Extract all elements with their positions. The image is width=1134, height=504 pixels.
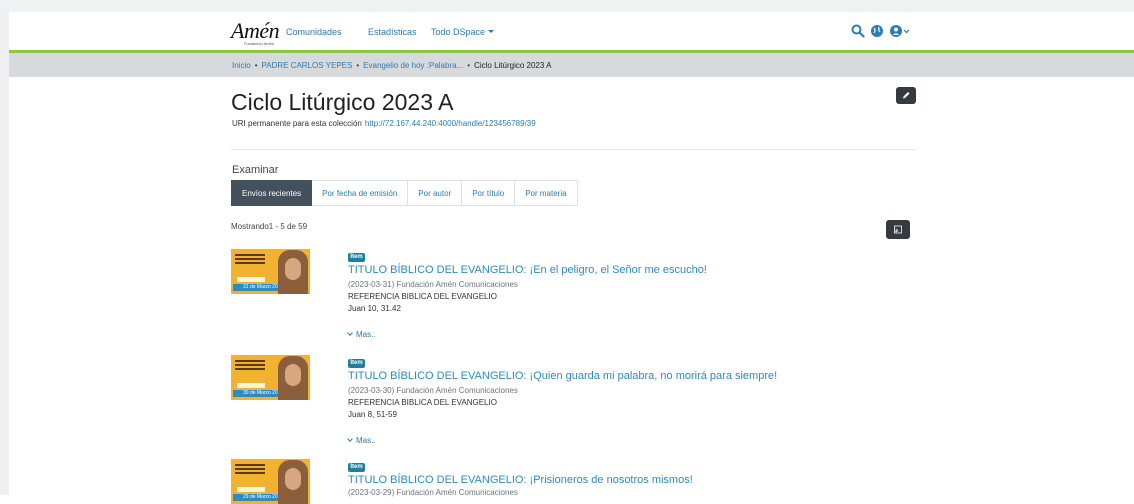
item-meta: (2023-03-29) Fundación Amén Comunicacion… xyxy=(348,488,518,497)
chevron-down-icon xyxy=(347,330,353,336)
thumbnail-date-text: 30 de Marzo 2023 xyxy=(243,390,284,396)
breadcrumb-bar xyxy=(9,53,1134,77)
item-reference: Juan 8, 51-59 xyxy=(348,410,397,419)
breadcrumb-current: Ciclo Litúrgico 2023 A xyxy=(474,61,552,70)
thumbnail-portrait xyxy=(278,250,308,294)
item-title-link[interactable]: TITULO BÍBLICO DEL EVANGELIO: ¡Prisioner… xyxy=(348,474,693,486)
thumbnail-banner xyxy=(237,487,265,492)
globe-icon[interactable] xyxy=(870,24,884,38)
thumbnail-text-lines xyxy=(235,464,269,476)
breadcrumb-separator: • xyxy=(254,61,258,70)
tab-recent-submissions[interactable]: Envíos recientes xyxy=(231,180,313,206)
nav-all-dspace[interactable]: Todo DSpace xyxy=(431,27,495,37)
browse-tabs: Envíos recientes Por fecha de emisión Po… xyxy=(231,180,578,206)
tab-by-subject[interactable]: Por materia xyxy=(515,180,578,206)
chevron-down-icon xyxy=(488,30,495,33)
thumbnail-text-lines xyxy=(235,254,269,266)
item-reference-label: REFERENCIA BIBLICA DEL EVANGELIO xyxy=(348,292,497,301)
thumbnail-date-text: 31 de Marzo 2023 xyxy=(243,284,284,290)
permanent-uri: URI permanente para esta colección http:/… xyxy=(232,119,536,128)
item-meta: (2023-03-31) Fundación Amén Comunicacion… xyxy=(348,280,518,289)
rss-button[interactable] xyxy=(886,220,910,239)
thumbnail-date-text: 29 de Marzo 2023 xyxy=(243,494,284,500)
thumbnail-date: 29 de Marzo 2023 xyxy=(233,494,283,501)
thumbnail-banner xyxy=(237,277,265,282)
show-more-label: Mas.. xyxy=(356,436,376,445)
user-menu-icon[interactable] xyxy=(889,24,911,38)
show-more-link[interactable]: Mas.. xyxy=(347,436,376,445)
nav-statistics[interactable]: Estadísticas xyxy=(368,27,417,37)
left-frame xyxy=(0,12,9,495)
breadcrumb-home[interactable]: Inicio xyxy=(232,61,251,70)
breadcrumb-separator: • xyxy=(467,61,471,70)
item-title-link[interactable]: TITULO BÍBLICO DEL EVANGELIO: ¡Quien gua… xyxy=(348,370,777,382)
chevron-down-icon xyxy=(347,436,353,442)
show-more-link[interactable]: Mas.. xyxy=(347,330,376,339)
item-thumbnail[interactable]: 31 de Marzo 2023 xyxy=(231,249,310,294)
thumbnail-date: 30 de Marzo 2023 xyxy=(233,390,283,397)
item-title-link[interactable]: TITULO BÍBLICO DEL EVANGELIO: ¡En el pel… xyxy=(348,264,707,276)
thumbnail-banner xyxy=(237,383,265,388)
results-count: Mostrando1 - 5 de 59 xyxy=(231,222,308,231)
logo-subtext: Fundación Amén xyxy=(244,41,275,46)
divider xyxy=(231,149,916,150)
thumbnail-portrait xyxy=(278,356,308,400)
thumbnail-date: 31 de Marzo 2023 xyxy=(233,284,283,291)
thumbnail-text-lines xyxy=(235,360,269,372)
item-type-badge: Ítem xyxy=(348,359,365,368)
uri-link[interactable]: http://72.167.44.240:4000/handle/1234567… xyxy=(365,119,536,128)
edit-button[interactable] xyxy=(896,87,916,104)
page-title: Ciclo Litúrgico 2023 A xyxy=(231,89,454,115)
item-type-badge: Ítem xyxy=(348,463,365,472)
pencil-icon xyxy=(903,92,910,99)
site-logo[interactable]: Amén Fundación Amén xyxy=(231,18,280,47)
search-icon[interactable] xyxy=(851,24,865,38)
item-type-badge: Ítem xyxy=(348,253,365,262)
item-reference: Juan 10, 31.42 xyxy=(348,304,401,313)
breadcrumb-separator: • xyxy=(356,61,360,70)
thumbnail-portrait xyxy=(278,460,308,504)
rss-icon xyxy=(894,225,902,234)
item-meta: (2023-03-30) Fundación Amén Comunicacion… xyxy=(348,386,518,395)
breadcrumb: Inicio • PADRE CARLOS YEPES • Evangelio de h… xyxy=(232,61,551,70)
tab-by-author[interactable]: Por autor xyxy=(408,180,463,206)
breadcrumb-community[interactable]: PADRE CARLOS YEPES xyxy=(262,61,353,70)
item-thumbnail[interactable]: 29 de Marzo 2023 xyxy=(231,459,310,504)
item-reference-label: REFERENCIA BIBLICA DEL EVANGELIO xyxy=(348,398,497,407)
browse-heading: Examinar xyxy=(232,164,279,176)
breadcrumb-subcommunity[interactable]: Evangelio de hoy :Palabra... xyxy=(363,61,463,70)
show-more-label: Mas.. xyxy=(356,330,376,339)
browser-top-strip xyxy=(0,0,1134,12)
uri-label: URI permanente para esta colección xyxy=(232,119,362,128)
tab-by-issue-date[interactable]: Por fecha de emisión xyxy=(312,180,409,206)
nav-communities[interactable]: Comunidades xyxy=(286,27,342,37)
item-thumbnail[interactable]: 30 de Marzo 2023 xyxy=(231,355,310,400)
tab-by-title[interactable]: Por título xyxy=(462,180,516,206)
nav-all-dspace-label: Todo DSpace xyxy=(431,27,486,37)
site-header xyxy=(9,12,1134,50)
